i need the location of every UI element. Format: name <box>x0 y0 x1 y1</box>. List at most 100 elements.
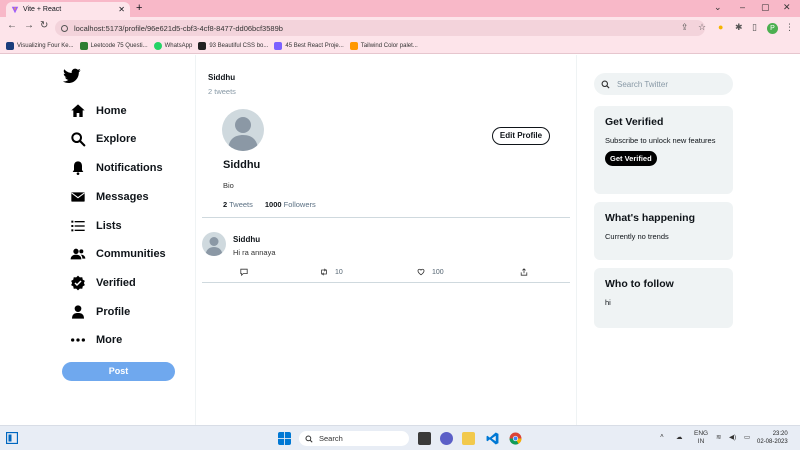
show-hidden-icons-icon[interactable]: ˄ <box>660 433 664 440</box>
browser-tab-strip: Vite + React ✕ + ⌄ – ▢ ✕ <box>0 0 800 17</box>
profile-avatar[interactable] <box>222 109 264 151</box>
tweets-stat[interactable]: 2 Tweets <box>223 200 253 209</box>
volume-icon[interactable]: ◀) <box>729 433 736 441</box>
bookmark-item[interactable]: 45 Best React Proje... <box>274 42 344 50</box>
file-explorer-icon[interactable] <box>462 432 475 445</box>
whats-happening-card: What's happening Currently no trends <box>594 202 733 260</box>
bookmark-item[interactable]: Tailwind Color palet... <box>349 42 418 50</box>
start-icon[interactable] <box>278 432 291 445</box>
post-button[interactable]: Post <box>62 362 175 381</box>
bookmark-favicon-icon <box>6 42 14 50</box>
chrome-menu-icon[interactable]: ⋮ <box>785 22 794 33</box>
sidebar-item-explore[interactable]: Explore <box>70 129 136 149</box>
card-title: Who to follow <box>605 278 674 290</box>
teams-chat-icon[interactable] <box>440 432 453 445</box>
profile-header-name: Siddhu <box>208 73 236 82</box>
profile-bio: Bio <box>223 181 234 190</box>
onedrive-icon[interactable]: ☁ <box>676 433 683 441</box>
twitter-logo-icon[interactable] <box>63 68 81 84</box>
tab-search-icon[interactable]: ⌄ <box>714 2 722 13</box>
windows-taskbar: Search ˄ ☁ ENG IN ≋ ◀) ▭ 23:20 02-08-202… <box>0 425 800 450</box>
bookmark-favicon-icon <box>198 42 207 50</box>
sidebar-item-label: Home <box>96 105 127 117</box>
forward-icon[interactable]: → <box>24 20 34 31</box>
browser-profile-avatar[interactable]: P <box>767 23 778 34</box>
minimize-icon[interactable]: – <box>740 2 745 12</box>
bookmark-item[interactable]: Leetcode 75 Questi... <box>79 42 148 50</box>
tweet-divider <box>202 282 570 283</box>
sidebar-item-label: Notifications <box>96 162 163 174</box>
home-icon <box>71 104 85 117</box>
profile-divider <box>202 217 570 218</box>
browser-tab[interactable]: Vite + React ✕ <box>6 2 130 17</box>
sidebar-item-verified[interactable]: Verified <box>70 273 136 293</box>
sidebar-item-label: Communities <box>96 248 166 260</box>
people-icon <box>70 248 86 260</box>
sidebar-item-communities[interactable]: Communities <box>70 244 166 264</box>
maximize-icon[interactable]: ▢ <box>761 2 770 13</box>
widgets-icon[interactable] <box>6 432 18 444</box>
mail-icon <box>71 192 85 202</box>
sidebar-item-label: Explore <box>96 133 137 145</box>
share-button[interactable] <box>520 268 535 276</box>
extension-icon[interactable]: ● <box>718 22 723 32</box>
get-verified-button[interactable]: Get Verified <box>605 151 657 166</box>
tweet-author-avatar[interactable] <box>202 232 226 256</box>
bookmark-favicon-icon <box>153 42 162 50</box>
sidebar-item-notifications[interactable]: Notifications <box>70 158 163 178</box>
card-title: Get Verified <box>605 116 664 128</box>
back-icon[interactable]: ← <box>7 20 17 31</box>
taskbar-search[interactable]: Search <box>299 431 409 446</box>
taskbar-clock[interactable]: 23:20 02-08-2023 <box>757 430 788 446</box>
address-bar[interactable]: localhost:5173/profile/96e621d5-cbf3-4cf… <box>55 20 705 36</box>
chrome-icon[interactable] <box>509 432 522 445</box>
edit-profile-button[interactable]: Edit Profile <box>492 127 550 145</box>
bookmark-item[interactable]: WhatsApp <box>153 42 192 50</box>
wifi-icon[interactable]: ≋ <box>716 433 721 441</box>
bookmark-item[interactable]: 93 Beautiful CSS bo... <box>198 42 268 50</box>
bell-icon <box>72 161 84 175</box>
sidebar-item-home[interactable]: Home <box>70 101 127 121</box>
heart-icon <box>417 268 425 276</box>
close-window-icon[interactable]: ✕ <box>783 2 791 13</box>
reply-icon <box>240 268 248 276</box>
site-info-icon[interactable] <box>61 24 68 32</box>
followers-stat[interactable]: 1000 Followers <box>265 200 316 209</box>
side-panel-icon[interactable]: ▯ <box>752 22 757 33</box>
extensions-puzzle-icon[interactable]: ✱ <box>735 22 743 33</box>
clock-date: 02-08-2023 <box>757 439 788 445</box>
right-sidebar: Search Twitter Get Verified Subscribe to… <box>577 55 800 425</box>
more-icon <box>71 338 85 342</box>
input-language[interactable]: ENG IN <box>694 430 708 446</box>
tweet-author-name[interactable]: Siddhu <box>233 235 260 244</box>
sidebar-item-messages[interactable]: Messages <box>70 187 149 207</box>
twitter-clone-app: Home Explore Notifications Messages List… <box>0 55 800 425</box>
search-icon <box>601 80 610 89</box>
close-tab-icon[interactable]: ✕ <box>118 5 125 14</box>
like-button[interactable]: 100 <box>417 268 444 276</box>
card-title: What's happening <box>605 212 695 224</box>
sidebar-item-lists[interactable]: Lists <box>70 216 122 236</box>
task-view-icon[interactable] <box>418 432 431 445</box>
bookmark-star-icon[interactable]: ☆ <box>698 22 706 33</box>
search-icon <box>305 434 313 443</box>
reload-icon[interactable]: ↻ <box>40 20 48 31</box>
left-sidebar: Home Explore Notifications Messages List… <box>0 55 196 425</box>
retweet-button[interactable]: 10 <box>320 268 343 276</box>
battery-icon[interactable]: ▭ <box>744 433 750 441</box>
search-icon <box>71 132 86 147</box>
get-verified-card: Get Verified Subscribe to unlock new fea… <box>594 106 733 194</box>
sidebar-item-profile[interactable]: Profile <box>70 302 130 322</box>
new-tab-icon[interactable]: + <box>136 2 142 14</box>
profile-main-column: Siddhu 2 tweets Edit Profile Siddhu Bio … <box>196 55 577 425</box>
vscode-icon[interactable] <box>486 432 499 445</box>
retweet-count: 10 <box>335 268 343 276</box>
profile-name: Siddhu <box>223 159 261 171</box>
sidebar-item-more[interactable]: More <box>70 330 122 350</box>
bookmark-item[interactable]: Visualizing Four Ke... <box>6 42 74 50</box>
retweet-icon <box>321 268 327 276</box>
search-input[interactable]: Search Twitter <box>594 73 733 95</box>
share-icon[interactable]: ⇪ <box>681 22 689 33</box>
profile-header-tweet-count: 2 tweets <box>208 87 236 96</box>
reply-button[interactable] <box>240 268 255 276</box>
